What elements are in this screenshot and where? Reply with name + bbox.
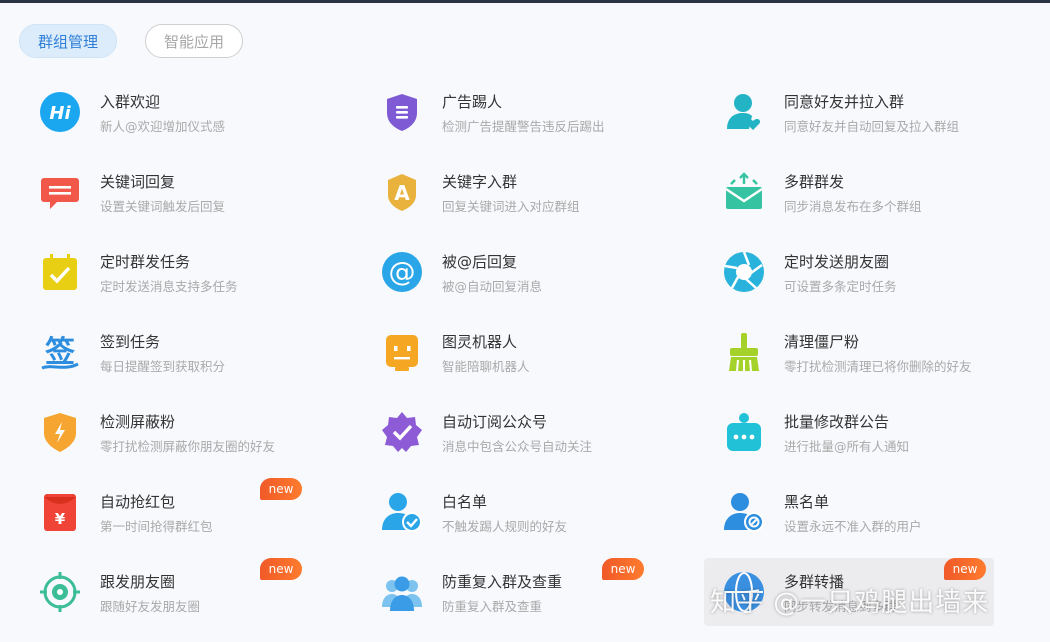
feature-title: 批量修改群公告 (784, 413, 890, 431)
signature-icon: 签 (38, 330, 82, 374)
feature-title: 定时发送朋友圈 (784, 253, 890, 271)
feature-item-blacklist[interactable]: 黑名单 设置永远不准入群的用户 (724, 478, 1024, 534)
feature-title: 自动订阅公众号 (442, 413, 548, 431)
tab-group-management[interactable]: 群组管理 (19, 24, 118, 58)
feature-desc: 每日提醒签到获取积分 (100, 359, 226, 374)
feature-desc: 第一时间抢得群红包 (100, 519, 213, 534)
top-bar (0, 0, 1050, 3)
feature-desc: 同步消息发布在多个群组 (784, 199, 922, 214)
feature-item-turing-robot[interactable]: 图灵机器人 智能陪聊机器人 (382, 318, 682, 374)
feature-title: 广告踢人 (442, 93, 503, 111)
feature-title: 图灵机器人 (442, 333, 518, 351)
feature-item-whitelist[interactable]: 白名单 不触发踢人规则的好友 (382, 478, 682, 534)
feature-item-clean-zombie[interactable]: 清理僵尸粉 零打扰检测清理已将你删除的好友 (724, 318, 1024, 374)
feature-desc: 回复关键词进入对应群组 (442, 199, 580, 214)
feature-title: 防重复入群及查重 (442, 573, 563, 591)
feature-title: 检测屏蔽粉 (100, 413, 176, 431)
feature-desc: 跟随好友发朋友圈 (100, 599, 201, 614)
feature-title: 关键字入群 (442, 173, 518, 191)
feature-title: 签到任务 (100, 333, 161, 351)
feature-item-keyword-join[interactable]: A 关键字入群 回复关键词进入对应群组 (382, 158, 682, 214)
shield-bolt-icon (38, 410, 82, 454)
feature-item-accept-friend[interactable]: 同意好友并拉入群 同意好友并自动回复及拉入群组 (724, 78, 1024, 134)
feature-desc: 进行批量@所有人通知 (784, 439, 910, 454)
svg-text:Hi: Hi (49, 103, 71, 124)
new-badge: new (602, 558, 644, 580)
star-badge-check-icon (380, 410, 424, 454)
feature-title: 清理僵尸粉 (784, 333, 860, 351)
feature-item-batch-notice[interactable]: 批量修改群公告 进行批量@所有人通知 (724, 398, 1024, 454)
feature-desc: 防重复入群及查重 (442, 599, 543, 614)
feature-desc: 零打扰检测清理已将你删除的好友 (784, 359, 972, 374)
tab-bar: 群组管理 智能应用 (19, 24, 244, 58)
broom-icon (722, 330, 766, 374)
feature-title: 多群群发 (784, 173, 845, 191)
feature-title: 黑名单 (784, 493, 830, 511)
feature-item-scheduled-send[interactable]: 定时群发任务 定时发送消息支持多任务 (40, 238, 340, 294)
feature-item-keyword-reply[interactable]: 关键词回复 设置关键词触发后回复 (40, 158, 340, 214)
user-heart-icon (722, 90, 766, 134)
feature-title: 同意好友并拉入群 (784, 93, 905, 111)
feature-item-checkin[interactable]: 签 签到任务 每日提醒签到获取积分 (40, 318, 340, 374)
feature-item-welcome[interactable]: Hi 入群欢迎 新人@欢迎增加仪式感 (40, 78, 340, 134)
feature-title: 被@后回复 (442, 253, 518, 271)
robot-icon (380, 330, 424, 374)
svg-text:¥: ¥ (55, 510, 66, 528)
svg-text:A: A (394, 181, 410, 205)
mail-broadcast-icon (722, 170, 766, 214)
svg-text:签: 签 (45, 335, 75, 370)
feature-item-scheduled-moments[interactable]: 定时发送朋友圈 可设置多条定时任务 (724, 238, 1024, 294)
feature-title: 入群欢迎 (100, 93, 161, 111)
user-check-icon (380, 490, 424, 534)
tab-smart-apps[interactable]: 智能应用 (145, 24, 244, 58)
feature-desc: 设置永远不准入群的用户 (784, 519, 922, 534)
feature-item-detect-block[interactable]: 检测屏蔽粉 零打扰检测屏蔽你朋友圈的好友 (40, 398, 340, 454)
at-sign-icon: @ (380, 250, 424, 294)
chat-bubble-icon (38, 170, 82, 214)
feature-desc: 设置关键词触发后回复 (100, 199, 226, 214)
feature-desc: 定时发送消息支持多任务 (100, 279, 238, 294)
feature-desc: 检测广告提醒警告违反后踢出 (442, 119, 605, 134)
feature-desc: 同意好友并自动回复及拉入群组 (784, 119, 960, 134)
user-block-icon (722, 490, 766, 534)
feature-title: 白名单 (442, 493, 488, 511)
red-packet-icon: ¥ (38, 490, 82, 534)
feature-desc: 不触发踢人规则的好友 (442, 519, 568, 534)
feature-title: 自动抢红包 (100, 493, 176, 511)
feature-title: 跟发朋友圈 (100, 573, 176, 591)
feature-item-auto-subscribe[interactable]: 自动订阅公众号 消息中包含公众号自动关注 (382, 398, 682, 454)
svg-text:@: @ (389, 257, 416, 288)
feature-item-at-reply[interactable]: @ 被@后回复 被@自动回复消息 (382, 238, 682, 294)
aperture-icon (722, 250, 766, 294)
new-badge: new (944, 558, 986, 580)
feature-desc: 新人@欢迎增加仪式感 (100, 119, 226, 134)
feature-desc: 消息中包含公众号自动关注 (442, 439, 593, 454)
feature-desc: 智能陪聊机器人 (442, 359, 530, 374)
new-badge: new (260, 478, 302, 500)
feature-desc: 零打扰检测屏蔽你朋友圈的好友 (100, 439, 276, 454)
feature-desc: 可设置多条定时任务 (784, 279, 897, 294)
hi-icon: Hi (38, 90, 82, 134)
feature-desc: 被@自动回复消息 (442, 279, 543, 294)
feature-item-multi-group-send[interactable]: 多群群发 同步消息发布在多个群组 (724, 158, 1024, 214)
target-aperture-icon (38, 570, 82, 614)
feature-title: 关键词回复 (100, 173, 176, 191)
watermark-text: 知乎 @一只鸡腿出墙来 (710, 588, 990, 618)
new-badge: new (260, 558, 302, 580)
notice-bag-icon (722, 410, 766, 454)
letter-a-badge-icon: A (380, 170, 424, 214)
feature-title: 定时群发任务 (100, 253, 191, 271)
calendar-check-icon (38, 250, 82, 294)
users-group-icon (380, 570, 424, 614)
feature-item-ad-kick[interactable]: 广告踢人 检测广告提醒警告违反后踢出 (382, 78, 682, 134)
shield-list-icon (380, 90, 424, 134)
